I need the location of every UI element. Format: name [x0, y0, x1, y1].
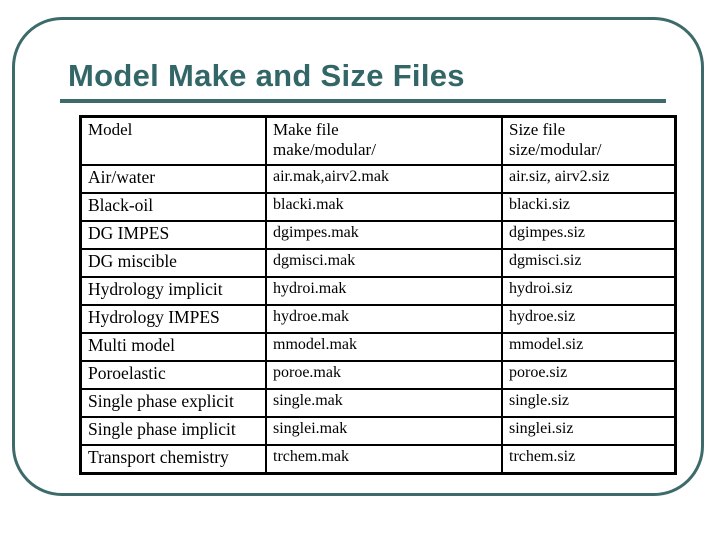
model-cell: DG IMPES	[79, 220, 267, 250]
header-make-file: Make file make/modular/	[265, 115, 503, 166]
make-file-cell: hydroi.mak	[265, 276, 503, 306]
size-file-cell: blacki.siz	[501, 192, 677, 222]
make-file-cell: hydroe.mak	[265, 304, 503, 334]
size-file-cell: trchem.siz	[501, 444, 677, 475]
size-file-cell: hydroe.siz	[501, 304, 677, 334]
table-row: Poroelastic poroe.mak poroe.siz	[79, 360, 677, 390]
table-row: Hydrology IMPES hydroe.mak hydroe.siz	[79, 304, 677, 334]
model-cell: Single phase explicit	[79, 388, 267, 418]
table-row: Single phase explicit single.mak single.si…	[79, 388, 677, 418]
size-file-cell: singlei.siz	[501, 416, 677, 446]
make-file-cell: dgmisci.mak	[265, 248, 503, 278]
table-row: DG miscible dgmisci.mak dgmisci.siz	[79, 248, 677, 278]
table-header-row: Model Make file make/modular/ Size file …	[79, 115, 677, 166]
header-model: Model	[79, 115, 267, 166]
model-cell: DG miscible	[79, 248, 267, 278]
model-cell: Black-oil	[79, 192, 267, 222]
model-cell: Hydrology IMPES	[79, 304, 267, 334]
header-size-file: Size file size/modular/	[501, 115, 677, 166]
model-cell: Multi model	[79, 332, 267, 362]
size-file-cell: dgimpes.siz	[501, 220, 677, 250]
size-file-cell: single.siz	[501, 388, 677, 418]
table-row: Transport chemistry trchem.mak trchem.siz	[79, 444, 677, 475]
model-cell: Hydrology implicit	[79, 276, 267, 306]
model-cell: Air/water	[79, 164, 267, 194]
size-file-cell: air.siz, airv2.siz	[501, 164, 677, 194]
make-file-cell: mmodel.mak	[265, 332, 503, 362]
model-cell: Poroelastic	[79, 360, 267, 390]
title-underline	[60, 99, 666, 103]
make-file-cell: single.mak	[265, 388, 503, 418]
model-cell: Single phase implicit	[79, 416, 267, 446]
slide-title: Model Make and Size Files	[68, 58, 465, 93]
size-file-cell: hydroi.siz	[501, 276, 677, 306]
table-row: DG IMPES dgimpes.mak dgimpes.siz	[79, 220, 677, 250]
make-file-cell: blacki.mak	[265, 192, 503, 222]
table-row: Single phase implicit singlei.mak singlei.…	[79, 416, 677, 446]
table-row: Hydrology implicit hydroi.mak hydroi.siz	[79, 276, 677, 306]
make-file-cell: air.mak,airv2.mak	[265, 164, 503, 194]
model-files-table: Model Make file make/modular/ Size file …	[79, 115, 677, 475]
table-row: Air/water air.mak,airv2.mak air.siz, airv2…	[79, 164, 677, 194]
make-file-cell: singlei.mak	[265, 416, 503, 446]
make-file-cell: trchem.mak	[265, 444, 503, 475]
table-row: Multi model mmodel.mak mmodel.siz	[79, 332, 677, 362]
table-row: Black-oil blacki.mak blacki.siz	[79, 192, 677, 222]
make-file-cell: poroe.mak	[265, 360, 503, 390]
size-file-cell: poroe.siz	[501, 360, 677, 390]
size-file-cell: mmodel.siz	[501, 332, 677, 362]
model-cell: Transport chemistry	[79, 444, 267, 475]
size-file-cell: dgmisci.siz	[501, 248, 677, 278]
make-file-cell: dgimpes.mak	[265, 220, 503, 250]
